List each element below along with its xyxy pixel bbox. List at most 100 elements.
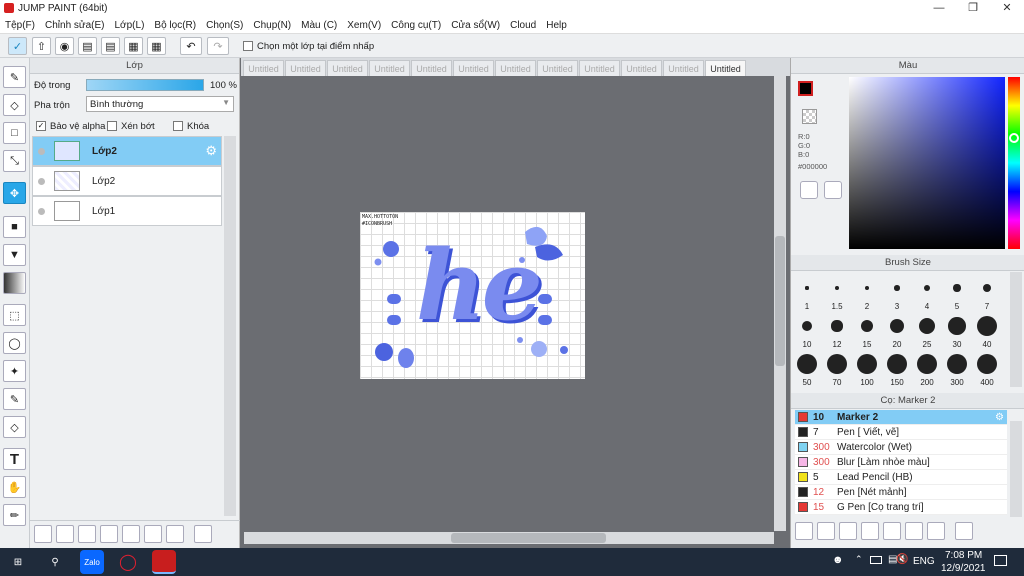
palette-icon[interactable] bbox=[800, 181, 818, 199]
tool-row[interactable]: 12 Pen [Nét mảnh] bbox=[795, 485, 1007, 500]
grid-settings-icon[interactable]: ▦ bbox=[147, 37, 166, 55]
brush-size-option[interactable]: 30 bbox=[942, 312, 972, 349]
brush-size-option[interactable]: 12 bbox=[822, 312, 852, 349]
brush-size-option[interactable]: 150 bbox=[882, 350, 912, 387]
brush-size-option[interactable]: 1 bbox=[792, 274, 822, 311]
battery-icon[interactable] bbox=[870, 556, 882, 564]
brush-size-option[interactable]: 400 bbox=[972, 350, 1002, 387]
gear-icon[interactable]: ⚙ bbox=[205, 143, 217, 159]
lasso-tool-icon[interactable]: ◯ bbox=[3, 332, 26, 354]
blend-mode-select[interactable]: Bình thường ▼ bbox=[86, 96, 234, 112]
bucket-tool-icon[interactable]: ▼ bbox=[3, 244, 26, 266]
new-brush-icon[interactable] bbox=[817, 522, 835, 540]
protect-alpha-checkbox[interactable]: ✓ bbox=[36, 121, 46, 131]
tab-untitled[interactable]: Untitled bbox=[621, 60, 662, 76]
menu-capture[interactable]: Chụp(N) bbox=[248, 17, 296, 34]
brush-settings-icon[interactable] bbox=[795, 522, 813, 540]
layer-row[interactable]: Lớp2 ⚙ bbox=[32, 136, 222, 166]
layer-row[interactable]: Lớp1 bbox=[32, 196, 222, 226]
notification-icon[interactable] bbox=[994, 555, 1007, 566]
document-canvas[interactable]: MAX.HOTTOTON #ICONBRUSH he bbox=[360, 212, 585, 379]
brush-menu-icon[interactable] bbox=[839, 522, 857, 540]
lock-checkbox[interactable] bbox=[173, 121, 183, 131]
menu-color[interactable]: Màu (C) bbox=[296, 17, 342, 34]
chevron-up-icon[interactable]: ⌃ bbox=[855, 554, 863, 565]
brush-size-option[interactable]: 25 bbox=[912, 312, 942, 349]
menu-file[interactable]: Tệp(F) bbox=[0, 17, 40, 34]
brush-size-option[interactable]: 10 bbox=[792, 312, 822, 349]
brush-size-option[interactable]: 1.5 bbox=[822, 274, 852, 311]
people-icon[interactable]: ☻ bbox=[832, 554, 844, 566]
trash-icon[interactable] bbox=[194, 525, 212, 543]
tool-row[interactable]: 5 Lead Pencil (HB) bbox=[795, 470, 1007, 485]
brush-size-option[interactable]: 50 bbox=[792, 350, 822, 387]
minimize-button[interactable]: — bbox=[922, 0, 956, 17]
move-tool-icon[interactable]: ✥ bbox=[3, 182, 26, 204]
canvas-horizontal-scrollbar[interactable] bbox=[244, 532, 774, 544]
tab-untitled[interactable]: Untitled bbox=[579, 60, 620, 76]
clock-date[interactable]: 12/9/2021 bbox=[941, 563, 986, 574]
select-layer-checkbox[interactable] bbox=[243, 41, 253, 51]
canvas-vertical-scrollbar[interactable] bbox=[774, 76, 786, 531]
tool-row[interactable]: 10 Marker 2 ⚙ bbox=[795, 410, 1007, 425]
select-eraser-tool-icon[interactable]: ◇ bbox=[3, 416, 26, 438]
menu-select[interactable]: Chọn(S) bbox=[201, 17, 248, 34]
magic-wand-tool-icon[interactable]: ✦ bbox=[3, 360, 26, 382]
menu-tools[interactable]: Công cụ(T) bbox=[386, 17, 446, 34]
opera-app-icon[interactable]: ◯ bbox=[116, 550, 140, 574]
gear-icon[interactable]: ⚙ bbox=[995, 412, 1004, 423]
check-icon[interactable]: ✓ bbox=[8, 37, 27, 55]
brush-tool-icon[interactable]: ✎ bbox=[3, 66, 26, 88]
hue-handle[interactable] bbox=[1009, 133, 1019, 143]
page-icon[interactable]: ▤ bbox=[101, 37, 120, 55]
new-folder-layer-icon[interactable] bbox=[56, 525, 74, 543]
copy-brush-icon[interactable] bbox=[861, 522, 879, 540]
brush-size-option[interactable]: 70 bbox=[822, 350, 852, 387]
tab-untitled[interactable]: Untitled bbox=[285, 60, 326, 76]
brush-page-icon[interactable] bbox=[883, 522, 901, 540]
hue-slider[interactable] bbox=[1008, 77, 1020, 249]
zalo-app-icon[interactable]: Zalo bbox=[80, 550, 104, 574]
layer-row[interactable]: Lớp2 bbox=[32, 166, 222, 196]
search-icon[interactable]: ⚲ bbox=[43, 550, 67, 574]
redo-icon[interactable]: ↷ bbox=[207, 37, 229, 55]
windows-start-icon[interactable]: ⊞ bbox=[6, 550, 30, 574]
tab-untitled-active[interactable]: Untitled bbox=[705, 60, 746, 76]
line-tool-icon[interactable]: ⤡ bbox=[3, 150, 26, 172]
restore-button[interactable]: ❐ bbox=[956, 0, 990, 17]
foreground-color-swatch[interactable] bbox=[798, 81, 813, 96]
language-indicator[interactable]: ENG bbox=[913, 556, 935, 567]
menu-help[interactable]: Help bbox=[541, 17, 572, 34]
brush-size-option[interactable]: 300 bbox=[942, 350, 972, 387]
tab-untitled[interactable]: Untitled bbox=[495, 60, 536, 76]
speech-bubble-icon[interactable]: ◉ bbox=[55, 37, 74, 55]
menu-layer[interactable]: Lớp(L) bbox=[110, 17, 150, 34]
tab-untitled[interactable]: Untitled bbox=[411, 60, 452, 76]
visibility-icon[interactable] bbox=[38, 207, 45, 215]
palette-settings-icon[interactable] bbox=[824, 181, 842, 199]
brush-size-option[interactable]: 2 bbox=[852, 274, 882, 311]
brush-size-option[interactable]: 15 bbox=[852, 312, 882, 349]
brush-duplicate-icon[interactable] bbox=[927, 522, 945, 540]
menu-filter[interactable]: Bộ lọc(R) bbox=[149, 17, 201, 34]
tool-row[interactable]: 7 Pen [ Viết, vẽ] bbox=[795, 425, 1007, 440]
brush-size-option[interactable]: 200 bbox=[912, 350, 942, 387]
eraser-tool-icon[interactable]: ◇ bbox=[3, 94, 26, 116]
merge-icon[interactable] bbox=[166, 525, 184, 543]
tab-untitled[interactable]: Untitled bbox=[243, 60, 284, 76]
grid-icon[interactable]: ▦ bbox=[124, 37, 143, 55]
volume-icon[interactable]: 🔇 bbox=[896, 554, 908, 565]
scroll-thumb[interactable] bbox=[775, 236, 785, 366]
tool-row[interactable]: 15 G Pen [Cọ trang trí] bbox=[795, 500, 1007, 515]
brush-size-scrollbar[interactable] bbox=[1010, 272, 1022, 387]
color-picker-area[interactable] bbox=[849, 77, 1005, 249]
tool-scrollbar[interactable] bbox=[1010, 421, 1022, 517]
tab-untitled[interactable]: Untitled bbox=[327, 60, 368, 76]
scroll-thumb[interactable] bbox=[451, 533, 606, 543]
comment-icon[interactable]: ▤ bbox=[78, 37, 97, 55]
tab-untitled[interactable]: Untitled bbox=[663, 60, 704, 76]
opacity-slider[interactable] bbox=[86, 79, 204, 91]
add-layer-menu-icon[interactable] bbox=[100, 525, 118, 543]
select-pen-tool-icon[interactable]: ✎ bbox=[3, 388, 26, 410]
brush-size-option[interactable]: 7 bbox=[972, 274, 1002, 311]
